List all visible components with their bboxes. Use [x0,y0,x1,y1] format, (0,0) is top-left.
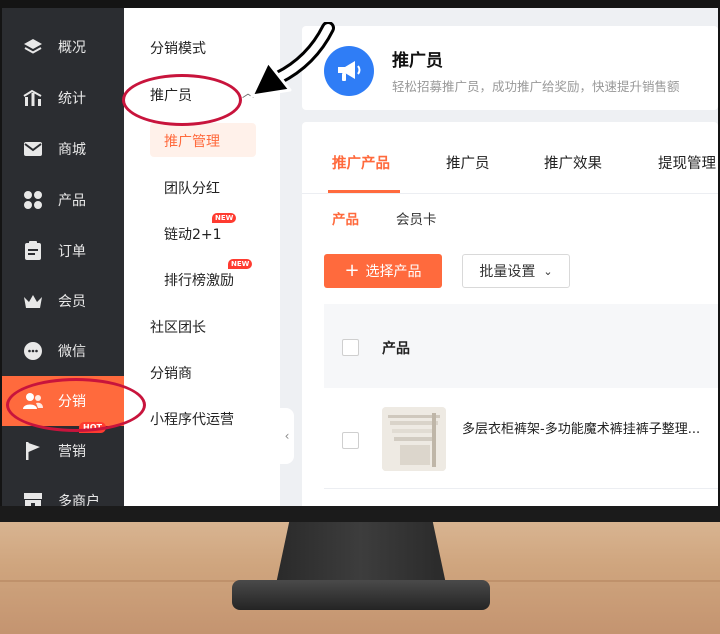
chart-icon [22,87,44,109]
table-row[interactable]: 多层衣柜裤架-多功能魔术裤挂裤子整理... [324,390,718,489]
content-panel: 推广产品 推广员 推广效果 提现管理 产品 会员卡 + 选择产品 批量设置 ⌄ … [302,122,718,506]
product-thumbnail [382,407,446,471]
select-all-checkbox[interactable] [342,339,359,356]
submenu-distributor[interactable]: 分销商 [150,363,192,383]
store-icon [22,490,44,506]
table-header: 产品 [324,304,718,388]
select-product-label: 选择产品 [365,264,422,280]
sidebar-item-label: 营销 [58,444,86,460]
submenu-miniprogram[interactable]: 小程序代运营 [150,409,234,429]
batch-settings-label: 批量设置 [479,264,536,280]
select-product-button[interactable]: + 选择产品 [324,254,442,288]
new-badge: NEW [228,259,253,269]
sidebar-item-multi-merchant[interactable]: 多商户 [2,476,124,506]
sidebar-item-products[interactable]: 产品 [2,175,124,225]
tab-active-indicator [328,190,400,193]
plus-icon: + [344,260,360,281]
tab-withdrawal[interactable]: 提现管理 [658,152,716,173]
subtab-products[interactable]: 产品 [332,208,359,228]
tab-promotion-effect[interactable]: 推广效果 [544,152,602,173]
monitor-stand-neck [276,520,446,584]
highlight-ellipse-distribution [6,378,146,432]
submenu-item-promotion-manage[interactable]: 推广管理 [164,131,220,151]
submenu-community-leader[interactable]: 社区团长 [150,317,206,337]
sidebar-item-label: 多商户 [58,494,100,506]
batch-settings-dropdown[interactable]: 批量设置 ⌄ [462,254,570,288]
sidebar-item-label: 统计 [58,91,86,107]
subtab-member-card[interactable]: 会员卡 [396,208,437,228]
tab-divider [302,193,718,194]
row-checkbox[interactable] [342,432,359,449]
sidebar-item-label: 产品 [58,193,86,209]
highlight-ellipse-promoter [122,74,242,126]
grid-icon [22,189,44,211]
sidebar-item-wechat[interactable]: 微信 [2,326,124,376]
sidebar-item-label: 商城 [58,142,86,158]
sidebar-item-orders[interactable]: 订单 [2,226,124,276]
product-name: 多层衣柜裤架-多功能魔术裤挂裤子整理... [462,422,701,437]
monitor-stand-base [232,580,490,610]
chevron-down-icon: ⌄ [543,264,553,278]
page-header: 推广员 轻松招募推广员，成功推广给奖励，快速提升销售额 [302,26,718,110]
tab-promoted-products[interactable]: 推广产品 [332,152,390,173]
layers-icon [22,36,44,58]
arrow-annotation-icon [250,22,335,98]
crown-icon [22,290,44,312]
collapse-toggle[interactable]: ‹ [280,408,294,464]
submenu-item-chain[interactable]: 链动2+1 [164,224,222,244]
chevron-left-icon: ‹ [284,429,290,443]
page-title: 推广员 [392,51,443,71]
table-row[interactable] [324,489,718,506]
submenu-item-team-dividend[interactable]: 团队分红 [164,178,220,198]
sidebar-item-label: 会员 [58,294,86,310]
mail-icon [22,138,44,160]
sidebar-item-marketing[interactable]: 营销 HOT [2,422,124,476]
sidebar-item-mall[interactable]: 商城 [2,124,124,174]
sidebar-item-overview[interactable]: 概况 [2,22,124,72]
monitor-screen: 概况 统计 商城 产品 订单 会员 微信 分销 营销 HOT 多商户 分销模式 … [2,8,718,506]
flag-icon [22,440,44,462]
monitor-chin [0,506,720,522]
new-badge: NEW [212,213,237,223]
page-description: 轻松招募推广员，成功推广给奖励，快速提升销售额 [392,79,680,94]
sidebar-item-stats[interactable]: 统计 [2,73,124,123]
chat-icon [22,340,44,362]
submenu-mode[interactable]: 分销模式 [150,38,206,58]
sidebar-item-label: 微信 [58,344,86,360]
sidebar-item-members[interactable]: 会员 [2,276,124,326]
sidebar-item-label: 订单 [58,244,86,260]
tab-promoters[interactable]: 推广员 [446,152,490,173]
submenu-item-leaderboard[interactable]: 排行榜激励 [164,270,234,290]
clipboard-icon [22,240,44,262]
column-header-product: 产品 [382,341,410,357]
sidebar-item-label: 概况 [58,40,86,56]
